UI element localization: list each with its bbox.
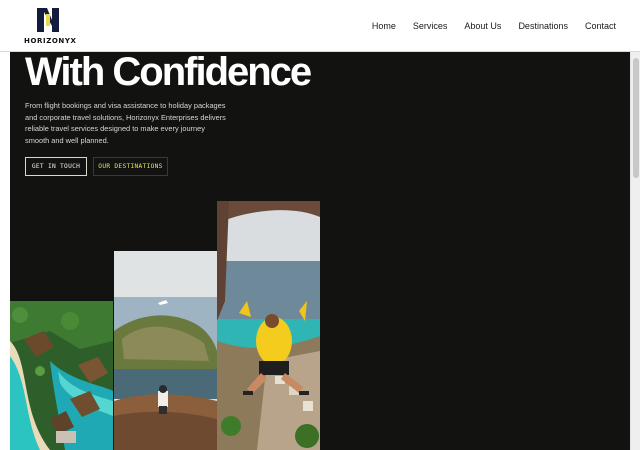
logo-mark-icon (37, 8, 59, 32)
our-destinations-button[interactable]: OUR DESTINATIONS (93, 157, 168, 176)
page: HORIZONYX Home Services About Us Destina… (0, 0, 640, 450)
resort-image (10, 301, 113, 450)
page-scrollbar[interactable] (630, 52, 640, 450)
gallery-photo-traveler (217, 201, 320, 450)
gallery-photo-island (114, 251, 217, 450)
hero-description: From flight bookings and visa assistance… (25, 101, 226, 145)
island-image (114, 251, 217, 450)
nav-item-destinations[interactable]: Destinations (518, 21, 568, 31)
traveler-image (217, 201, 320, 450)
main-nav: Home Services About Us Destinations Cont… (355, 0, 616, 52)
brand-name: HORIZONYX (24, 37, 77, 45)
nav-item-about-us[interactable]: About Us (464, 21, 501, 31)
get-in-touch-button[interactable]: GET IN TOUCH (25, 157, 87, 176)
nav-item-services[interactable]: Services (413, 21, 448, 31)
nav-item-home[interactable]: Home (372, 21, 396, 31)
hero-title: With Confidence (25, 52, 312, 94)
hero-section: With Confidence From flight bookings and… (10, 52, 630, 450)
brand-logo[interactable]: HORIZONYX (24, 6, 77, 46)
site-header: HORIZONYX Home Services About Us Destina… (0, 0, 640, 52)
gallery-photo-resort (10, 301, 113, 450)
nav-item-contact[interactable]: Contact (585, 21, 616, 31)
scrollbar-thumb[interactable] (633, 58, 639, 178)
